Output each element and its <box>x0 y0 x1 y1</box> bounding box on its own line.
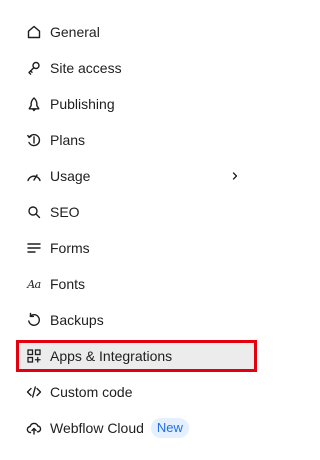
new-badge: New <box>150 418 189 438</box>
fonts-icon: Aa <box>27 277 41 291</box>
nav-item-fonts[interactable]: Aa Fonts <box>0 266 266 302</box>
nav-item-label: Usage <box>50 168 91 184</box>
nav-item-label: Backups <box>50 312 104 328</box>
nav-item-label: Site access <box>50 60 122 76</box>
nav-item-label: Custom code <box>50 384 133 400</box>
nav-item-publishing[interactable]: Publishing <box>0 86 266 122</box>
nav-item-backups[interactable]: Backups <box>0 302 266 338</box>
key-icon <box>26 60 42 76</box>
nav-item-site-access[interactable]: Site access <box>0 50 266 86</box>
home-icon <box>26 24 42 40</box>
code-icon <box>26 384 42 400</box>
nav-item-apps-integrations[interactable]: Apps & Integrations <box>0 338 266 374</box>
restore-icon <box>26 312 42 328</box>
gauge-icon <box>26 168 42 184</box>
nav-item-label: Forms <box>50 240 90 256</box>
nav-item-plans[interactable]: Plans <box>0 122 266 158</box>
nav-item-label: Webflow Cloud <box>50 420 144 436</box>
settings-sidebar-nav: General Site access Publishing Plans Usa… <box>0 14 266 446</box>
nav-item-general[interactable]: General <box>0 14 266 50</box>
nav-item-seo[interactable]: SEO <box>0 194 266 230</box>
chevron-right-icon <box>230 171 240 181</box>
nav-item-custom-code[interactable]: Custom code <box>0 374 266 410</box>
rocket-icon <box>26 96 42 112</box>
nav-item-label: Fonts <box>50 276 86 292</box>
nav-item-label: Plans <box>50 132 86 148</box>
plan-icon <box>26 132 42 148</box>
nav-item-label: SEO <box>50 204 80 220</box>
nav-item-label: Publishing <box>50 96 115 112</box>
nav-item-usage[interactable]: Usage <box>0 158 266 194</box>
nav-item-forms[interactable]: Forms <box>0 230 266 266</box>
cloud-icon <box>26 420 42 436</box>
nav-item-label: General <box>50 24 100 40</box>
nav-item-webflow-cloud[interactable]: Webflow Cloud New <box>0 410 266 446</box>
nav-item-label: Apps & Integrations <box>50 348 173 364</box>
forms-icon <box>26 240 42 256</box>
apps-icon <box>26 348 42 364</box>
search-icon <box>26 204 42 220</box>
